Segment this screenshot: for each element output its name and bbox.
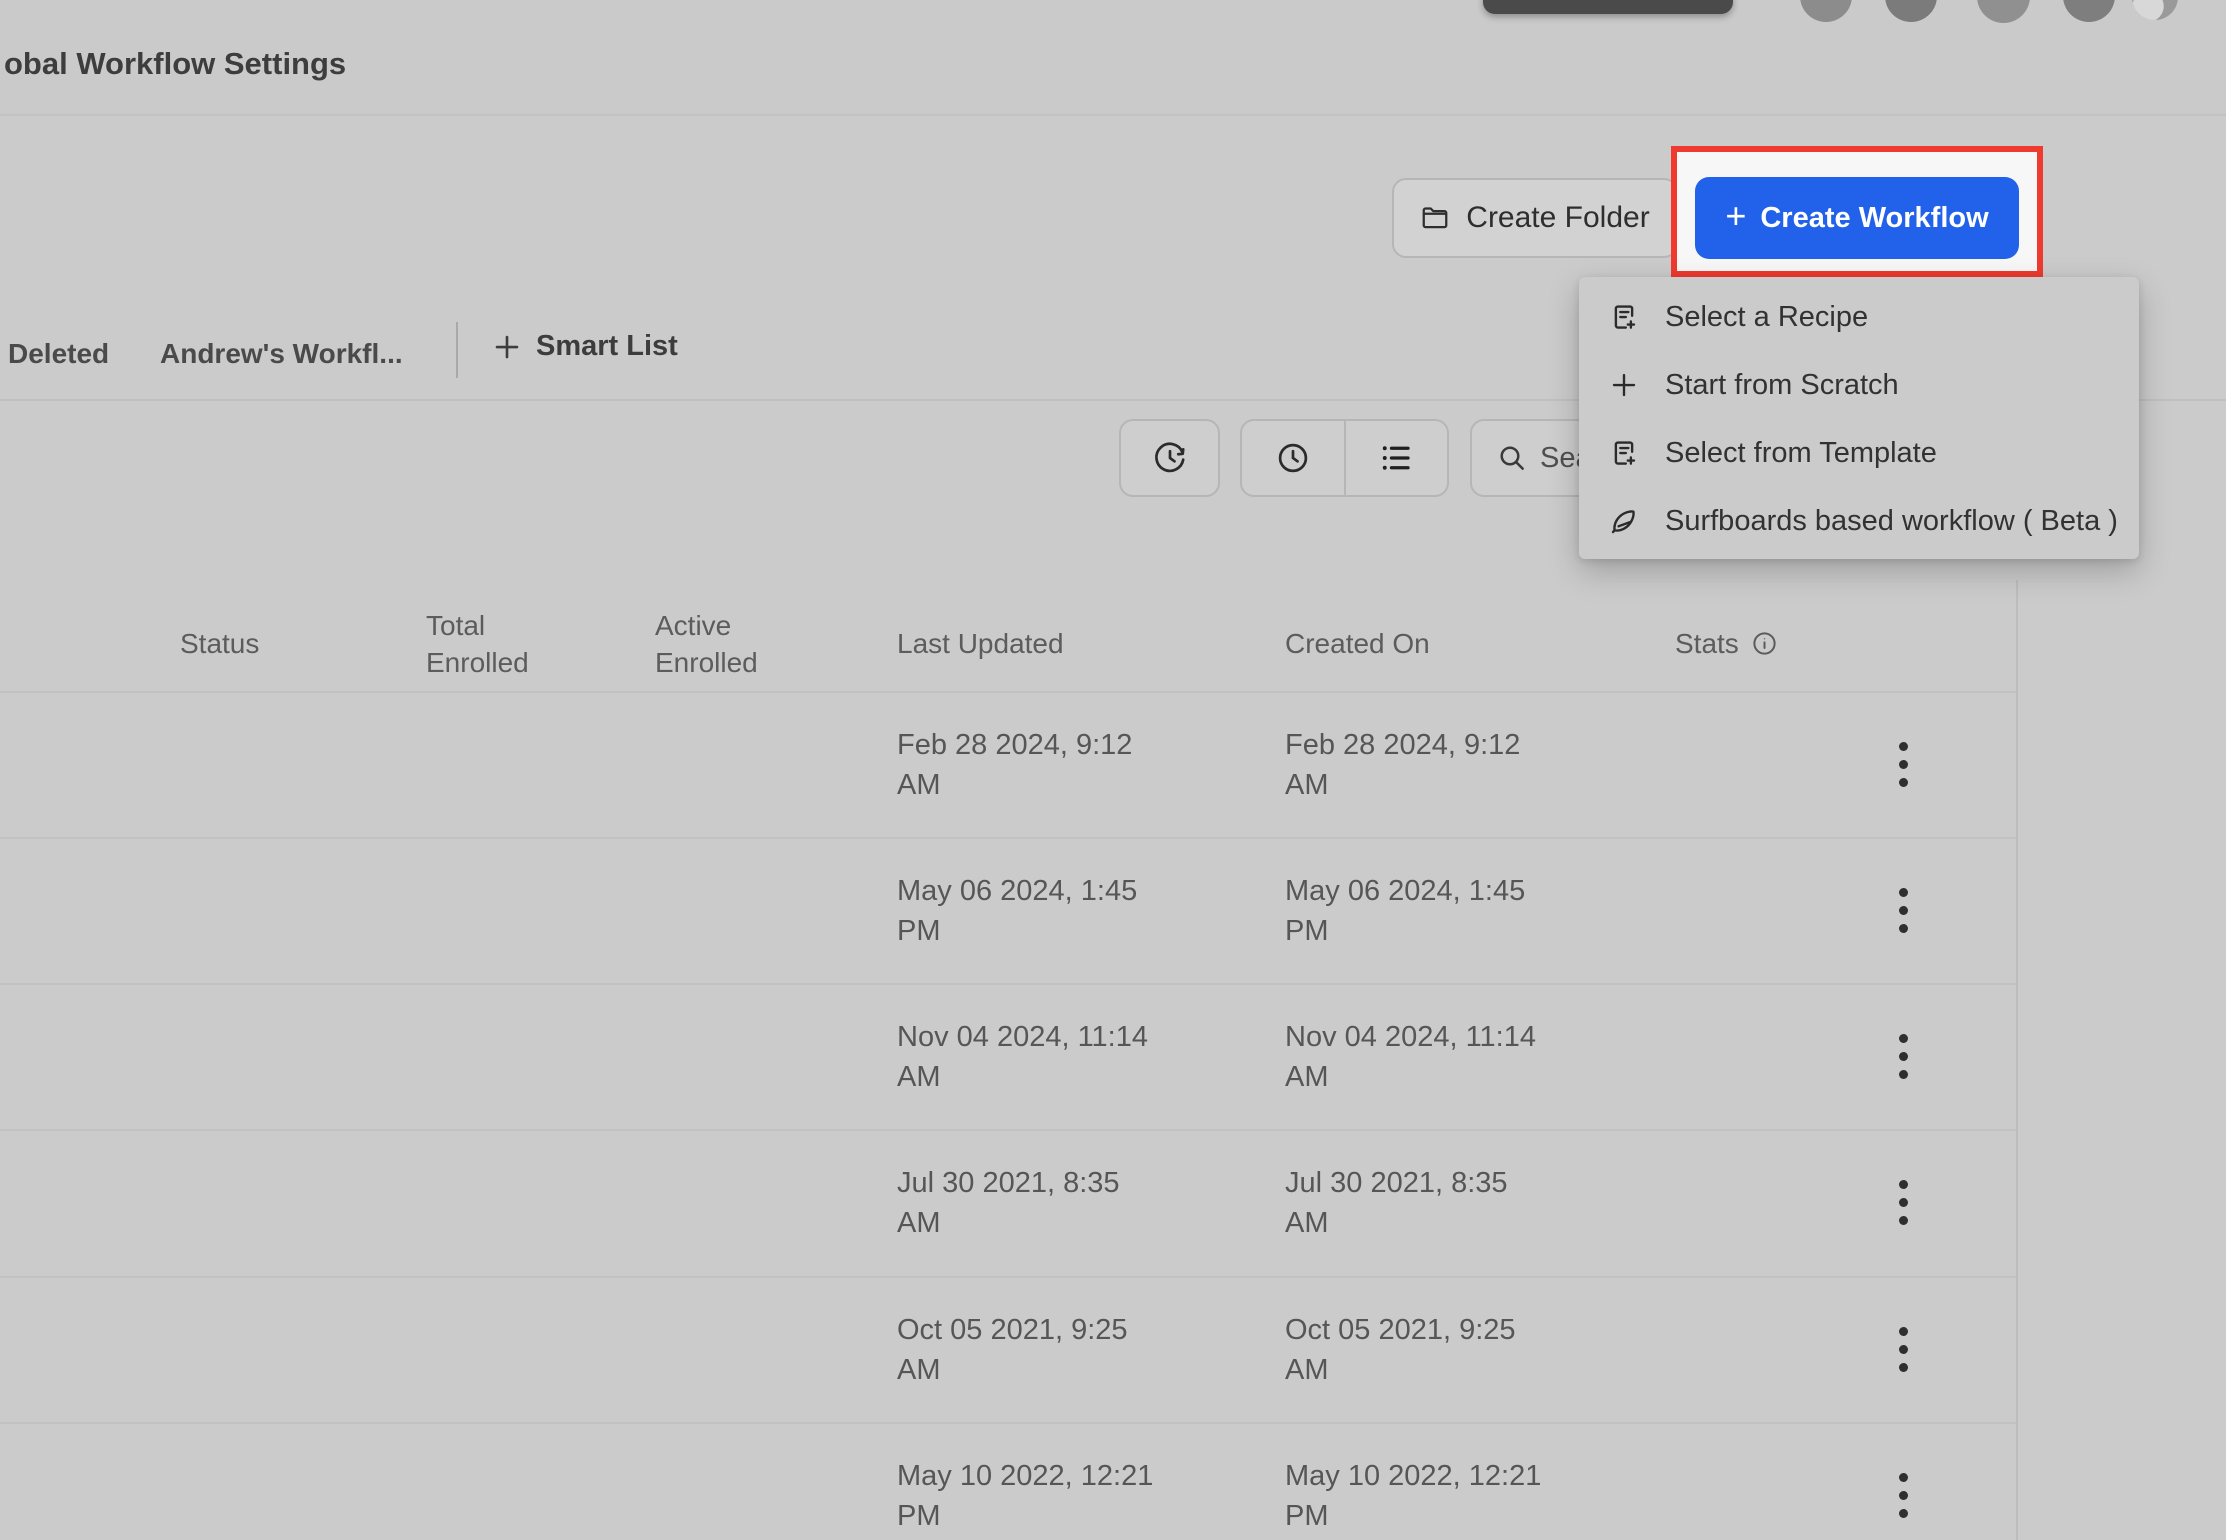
cell-created-on: Oct 05 2021, 9:25 AM xyxy=(1285,1314,1516,1386)
row-actions-menu-button[interactable] xyxy=(1873,1319,1933,1379)
row-divider xyxy=(0,1129,2016,1131)
row-actions-menu-button[interactable] xyxy=(1873,734,1933,794)
column-header-last-updated: Last Updated xyxy=(897,627,1064,659)
plus-icon xyxy=(1609,370,1639,400)
create-folder-button[interactable]: Create Folder xyxy=(1392,178,1678,258)
menu-item-surfboards-workflow[interactable]: Surfboards based workflow ( Beta ) xyxy=(1579,487,2139,555)
row-divider xyxy=(0,1276,2016,1278)
cell-last-updated: Nov 04 2024, 11:14 AM xyxy=(897,1021,1148,1093)
list-icon xyxy=(1378,440,1414,476)
info-icon[interactable] xyxy=(1751,630,1778,657)
cell-last-updated: May 06 2024, 1:45 PM xyxy=(897,875,1138,947)
cell-last-updated: May 10 2022, 12:21 PM xyxy=(897,1460,1154,1532)
clock-icon xyxy=(1275,440,1311,476)
row-divider xyxy=(0,1422,2016,1424)
create-workflow-label: Create Workflow xyxy=(1760,201,1989,234)
top-toast-pill xyxy=(1483,0,1733,14)
column-header-active-enrolled: Active Enrolled xyxy=(655,609,758,678)
column-header-stats: Stats xyxy=(1675,596,1778,691)
create-workflow-menu: Select a Recipe Start from Scratch Selec… xyxy=(1579,277,2139,559)
cell-created-on: May 10 2022, 12:21 PM xyxy=(1285,1460,1542,1532)
stats-label: Stats xyxy=(1675,627,1739,659)
create-folder-label: Create Folder xyxy=(1466,201,1650,234)
folder-icon xyxy=(1420,203,1450,233)
tab-deleted[interactable]: Deleted xyxy=(8,338,109,370)
row-actions-menu-button[interactable] xyxy=(1873,1026,1933,1086)
create-workflow-button[interactable]: + Create Workflow xyxy=(1695,177,2019,259)
row-actions-menu-button[interactable] xyxy=(1873,1172,1933,1232)
cell-created-on: Nov 04 2024, 11:14 AM xyxy=(1285,1021,1536,1093)
table-right-border xyxy=(2016,580,2018,1540)
cell-last-updated: Oct 05 2021, 9:25 AM xyxy=(897,1314,1128,1386)
menu-item-select-recipe[interactable]: Select a Recipe xyxy=(1579,283,2139,351)
list-view-button[interactable] xyxy=(1343,421,1448,495)
cell-last-updated: Feb 28 2024, 9:12 AM xyxy=(897,729,1133,801)
search-icon xyxy=(1496,442,1528,474)
tab-andrews-workflows[interactable]: Andrew's Workfl... xyxy=(160,338,403,370)
surfboard-icon xyxy=(1609,506,1639,536)
column-header-total-enrolled: Total Enrolled xyxy=(426,609,529,678)
recent-view-button[interactable] xyxy=(1242,421,1344,495)
menu-item-label: Select a Recipe xyxy=(1665,300,1869,333)
row-divider xyxy=(0,837,2016,839)
doc-plus-icon xyxy=(1609,438,1639,468)
view-toggle-group xyxy=(1240,419,1449,497)
row-divider xyxy=(0,691,2016,693)
menu-item-select-from-template[interactable]: Select from Template xyxy=(1579,419,2139,487)
menu-item-label: Start from Scratch xyxy=(1665,368,1899,401)
column-header-status: Status xyxy=(180,627,260,659)
doc-plus-icon xyxy=(1609,302,1639,332)
cell-created-on: May 06 2024, 1:45 PM xyxy=(1285,875,1526,947)
row-actions-menu-button[interactable] xyxy=(1873,1465,1933,1525)
highlight-annotation: + Create Workflow xyxy=(1671,146,2043,277)
tab-divider xyxy=(456,322,458,378)
cell-last-updated: Jul 30 2021, 8:35 AM xyxy=(897,1167,1120,1239)
cell-created-on: Feb 28 2024, 9:12 AM xyxy=(1285,729,1521,801)
clock-history-icon xyxy=(1152,440,1188,476)
column-header-created-on: Created On xyxy=(1285,627,1430,659)
history-filter-button[interactable] xyxy=(1119,419,1220,497)
menu-item-label: Select from Template xyxy=(1665,436,1937,469)
menu-item-start-from-scratch[interactable]: Start from Scratch xyxy=(1579,351,2139,419)
cell-created-on: Jul 30 2021, 8:35 AM xyxy=(1285,1167,1508,1239)
row-actions-menu-button[interactable] xyxy=(1873,880,1933,940)
menu-item-label: Surfboards based workflow ( Beta ) xyxy=(1665,504,2118,537)
smart-list-button[interactable]: Smart List xyxy=(492,330,678,363)
page-title: obal Workflow Settings xyxy=(4,46,347,81)
plus-icon xyxy=(492,332,522,362)
smart-list-label: Smart List xyxy=(536,330,678,362)
plus-icon: + xyxy=(1725,195,1747,236)
row-divider xyxy=(0,983,2016,985)
